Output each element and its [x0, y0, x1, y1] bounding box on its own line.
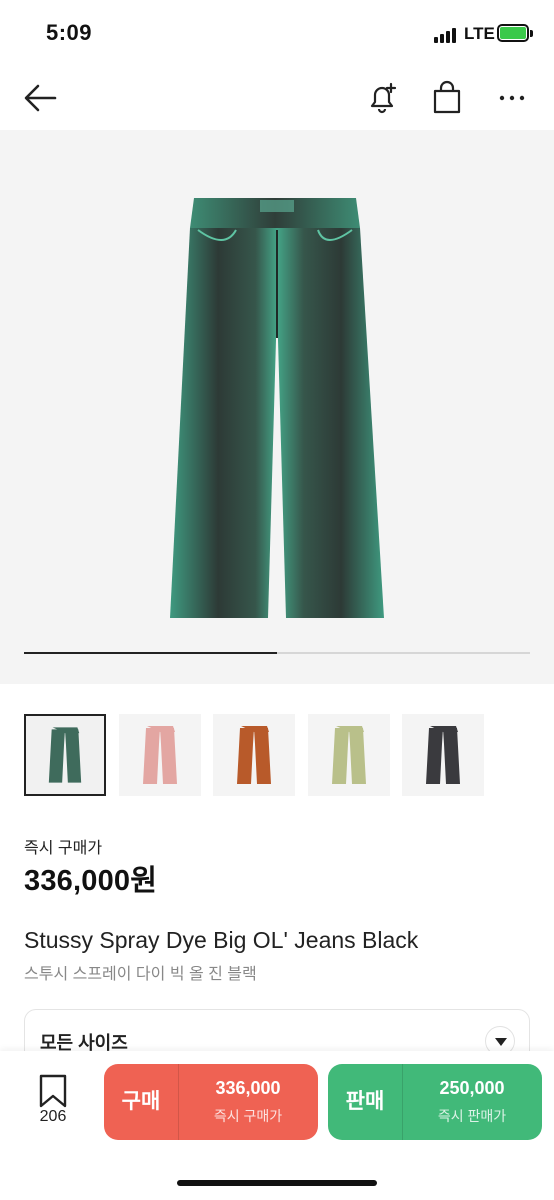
gallery-progress	[24, 652, 530, 654]
sell-price-caption: 즉시 판매가	[437, 1108, 507, 1124]
variant-thumbnails	[24, 714, 530, 796]
thumbnail-jeans-image	[48, 727, 82, 783]
sell-price: 250,000	[439, 1078, 505, 1098]
battery-cap	[530, 30, 533, 37]
sell-button-divider	[402, 1064, 403, 1140]
buy-price-caption: 즉시 구매가	[213, 1108, 283, 1124]
thumbnail-olive[interactable]	[307, 714, 390, 796]
shopping-bag-icon[interactable]	[429, 80, 465, 116]
thumbnail-pink[interactable]	[118, 714, 201, 796]
thumbnail-jeans-image	[426, 726, 460, 784]
price-label: 즉시 구매가	[24, 840, 103, 857]
buy-button-label: 구매	[121, 1090, 161, 1113]
thumbnail-black[interactable]	[402, 714, 484, 796]
thumbnail-jeans-image	[331, 726, 366, 784]
thumbnail-orange-camo[interactable]	[213, 714, 295, 796]
arrow-left-icon[interactable]	[22, 80, 58, 116]
home-indicator	[177, 1180, 377, 1186]
buy-button[interactable]: 구매 336,000 즉시 구매가	[104, 1064, 318, 1140]
jeans-image	[170, 198, 384, 618]
sell-button[interactable]: 판매 250,000 즉시 판매가	[328, 1064, 542, 1140]
top-nav	[0, 66, 554, 130]
bookmark-count: 206	[39, 1108, 67, 1125]
thumbnail-green[interactable]	[24, 714, 106, 796]
sell-button-label: 판매	[345, 1090, 385, 1113]
status-bar: 5:09 LTE	[0, 0, 554, 66]
network-label: LTE	[464, 24, 495, 43]
battery-icon	[497, 24, 529, 42]
thumbnail-jeans-image	[237, 726, 271, 784]
price-value: 336,000원	[24, 865, 158, 897]
signal-icon	[434, 27, 456, 43]
bottom-action-bar: 206 구매 336,000 즉시 구매가 판매 250,000 즉시 판매가	[0, 1051, 554, 1200]
bell-plus-icon[interactable]	[364, 80, 400, 116]
buy-button-divider	[178, 1064, 179, 1140]
product-name-ko: 스투시 스프레이 다이 빅 올 진 블랙	[24, 966, 257, 983]
product-image[interactable]	[0, 130, 554, 684]
thumbnail-jeans-image	[142, 726, 177, 784]
product-name-en: Stussy Spray Dye Big OL' Jeans Black	[24, 927, 419, 953]
gallery-progress-fill	[24, 652, 277, 654]
more-dots-icon[interactable]	[494, 80, 530, 116]
status-time: 5:09	[46, 20, 93, 45]
buy-price: 336,000	[215, 1078, 281, 1098]
